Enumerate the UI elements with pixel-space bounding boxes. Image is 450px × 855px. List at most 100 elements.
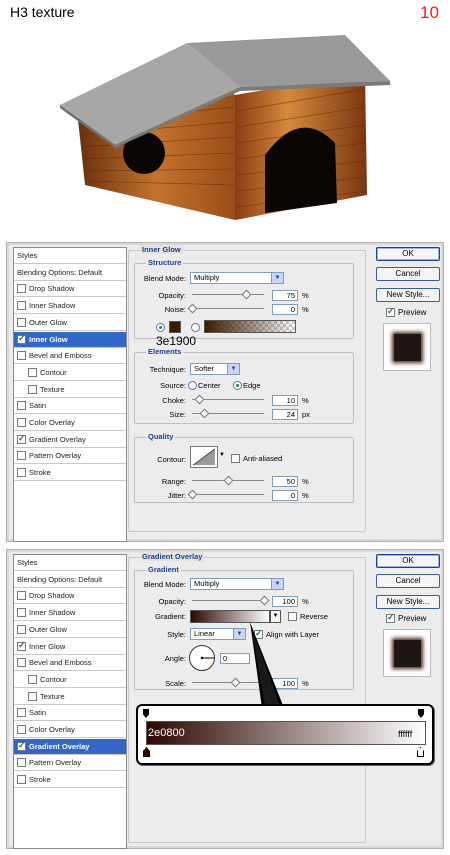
opacity-slider[interactable] xyxy=(192,289,264,300)
checkbox-icon[interactable] xyxy=(17,608,26,618)
style-item-blending-options-default[interactable]: Blending Options: Default xyxy=(14,264,126,281)
style-item-contour[interactable]: Contour xyxy=(14,672,126,688)
checkbox-icon[interactable] xyxy=(17,591,26,601)
glow-color-radio[interactable] xyxy=(156,323,165,332)
checkbox-icon[interactable] xyxy=(28,691,37,701)
choke-slider[interactable] xyxy=(192,394,264,405)
new-style-button[interactable]: New Style... xyxy=(376,288,440,302)
style-item-pattern-overlay[interactable]: Pattern Overlay xyxy=(14,755,126,772)
source-center-label[interactable]: Center xyxy=(198,381,221,390)
style-item-inner-glow[interactable]: Inner Glow xyxy=(14,639,126,655)
checkbox-icon[interactable] xyxy=(17,333,26,344)
source-edge-label[interactable]: Edge xyxy=(243,381,261,390)
checkbox-icon[interactable] xyxy=(17,640,26,651)
dropdown-arrow-icon[interactable]: ▼ xyxy=(227,364,239,374)
style-item-satin[interactable]: Satin xyxy=(14,398,126,415)
checkbox-icon[interactable] xyxy=(17,317,26,327)
source-center-radio[interactable] xyxy=(188,381,197,390)
checkbox-icon[interactable] xyxy=(386,612,395,623)
style-item-bevel-and-emboss[interactable]: Bevel and Emboss xyxy=(14,655,126,672)
jitter-slider[interactable] xyxy=(187,489,264,500)
glow-gradient-picker[interactable] xyxy=(204,320,296,333)
noise-input[interactable]: 0 xyxy=(272,304,298,315)
style-item-texture[interactable]: Texture xyxy=(14,689,126,705)
checkbox-icon[interactable] xyxy=(17,418,26,427)
reverse-label[interactable]: Reverse xyxy=(300,612,328,621)
checkbox-icon[interactable] xyxy=(17,758,26,768)
blend-mode-select[interactable]: Multiply ▼ xyxy=(190,578,284,590)
style-item-inner-shadow[interactable]: Inner Shadow xyxy=(14,605,126,622)
blend-mode-select[interactable]: Multiply ▼ xyxy=(190,272,284,284)
glow-color-swatch[interactable] xyxy=(169,321,181,333)
style-item-texture[interactable]: Texture xyxy=(14,382,126,398)
dropdown-arrow-icon[interactable]: ▼ xyxy=(271,273,283,283)
jitter-input[interactable]: 0 xyxy=(272,490,298,501)
size-slider[interactable] xyxy=(192,408,264,419)
checkbox-icon[interactable] xyxy=(17,658,26,668)
contour-dropdown-arrow-icon[interactable]: ▼ xyxy=(219,452,225,458)
checkbox-icon[interactable] xyxy=(17,301,26,311)
preview-toggle[interactable]: Preview xyxy=(386,612,426,623)
style-item-inner-shadow[interactable]: Inner Shadow xyxy=(14,298,126,315)
style-item-inner-glow[interactable]: Inner Glow xyxy=(14,331,126,348)
technique-select[interactable]: Softer ▼ xyxy=(190,363,240,375)
cancel-button[interactable]: Cancel xyxy=(376,574,440,588)
checkbox-icon[interactable] xyxy=(28,367,37,377)
checkbox-icon[interactable] xyxy=(17,451,26,461)
range-input[interactable]: 50 xyxy=(272,476,298,487)
source-edge-radio[interactable] xyxy=(233,381,242,390)
style-item-contour[interactable]: Contour xyxy=(14,365,126,381)
style-item-stroke[interactable]: Stroke xyxy=(14,772,126,789)
checkbox-icon[interactable] xyxy=(17,740,26,751)
preview-toggle[interactable]: Preview xyxy=(386,306,426,317)
contour-curve-icon[interactable] xyxy=(190,446,218,468)
ok-button[interactable]: OK xyxy=(376,247,440,261)
choke-input[interactable]: 10 xyxy=(272,395,298,406)
range-slider[interactable] xyxy=(192,475,264,486)
style-item-bevel-and-emboss[interactable]: Bevel and Emboss xyxy=(14,348,126,365)
style-item-pattern-overlay[interactable]: Pattern Overlay xyxy=(14,448,126,465)
style-item-blending-options-default[interactable]: Blending Options: Default xyxy=(14,571,126,588)
style-item-drop-shadow[interactable]: Drop Shadow xyxy=(14,588,126,605)
checkbox-icon[interactable] xyxy=(17,725,26,734)
checkbox-icon[interactable] xyxy=(17,401,26,411)
checkbox-icon[interactable] xyxy=(17,468,26,478)
checkbox-icon[interactable] xyxy=(386,306,395,317)
style-item-styles[interactable]: Styles xyxy=(14,555,126,571)
slider-knob-icon[interactable] xyxy=(241,289,252,300)
style-item-stroke[interactable]: Stroke xyxy=(14,465,126,482)
checkbox-icon[interactable] xyxy=(17,624,26,634)
noise-slider[interactable] xyxy=(187,303,264,314)
slider-knob-icon[interactable] xyxy=(199,408,209,419)
cancel-button[interactable]: Cancel xyxy=(376,267,440,281)
angle-dial-icon[interactable] xyxy=(188,644,216,672)
checkbox-icon[interactable] xyxy=(28,384,37,394)
opacity-input[interactable]: 75 xyxy=(272,290,298,301)
ok-button[interactable]: OK xyxy=(376,554,440,568)
style-item-gradient-overlay[interactable]: Gradient Overlay xyxy=(14,432,126,448)
new-style-button[interactable]: New Style... xyxy=(376,595,440,609)
slider-knob-icon[interactable] xyxy=(223,475,234,486)
style-item-drop-shadow[interactable]: Drop Shadow xyxy=(14,281,126,298)
checkbox-icon[interactable] xyxy=(17,775,26,785)
style-select[interactable]: Linear ▼ xyxy=(190,628,246,640)
style-item-color-overlay[interactable]: Color Overlay xyxy=(14,415,126,431)
checkbox-icon[interactable] xyxy=(17,284,26,294)
slider-knob-icon[interactable] xyxy=(194,394,205,405)
style-item-outer-glow[interactable]: Outer Glow xyxy=(14,315,126,331)
style-item-satin[interactable]: Satin xyxy=(14,705,126,722)
anti-aliased-label[interactable]: Anti-aliased xyxy=(243,454,282,463)
size-input[interactable]: 24 xyxy=(272,409,298,420)
style-item-outer-glow[interactable]: Outer Glow xyxy=(14,622,126,638)
checkbox-icon[interactable] xyxy=(17,708,26,718)
checkbox-icon[interactable] xyxy=(17,433,26,444)
style-item-color-overlay[interactable]: Color Overlay xyxy=(14,722,126,738)
checkbox-icon[interactable] xyxy=(17,351,26,361)
style-item-gradient-overlay[interactable]: Gradient Overlay xyxy=(14,738,126,755)
dropdown-arrow-icon[interactable]: ▼ xyxy=(271,579,283,589)
glow-gradient-radio[interactable] xyxy=(191,323,200,332)
checkbox-icon[interactable] xyxy=(28,674,37,684)
anti-aliased-checkbox[interactable] xyxy=(231,454,240,463)
opacity-slider[interactable] xyxy=(192,595,270,606)
style-item-styles[interactable]: Styles xyxy=(14,248,126,264)
